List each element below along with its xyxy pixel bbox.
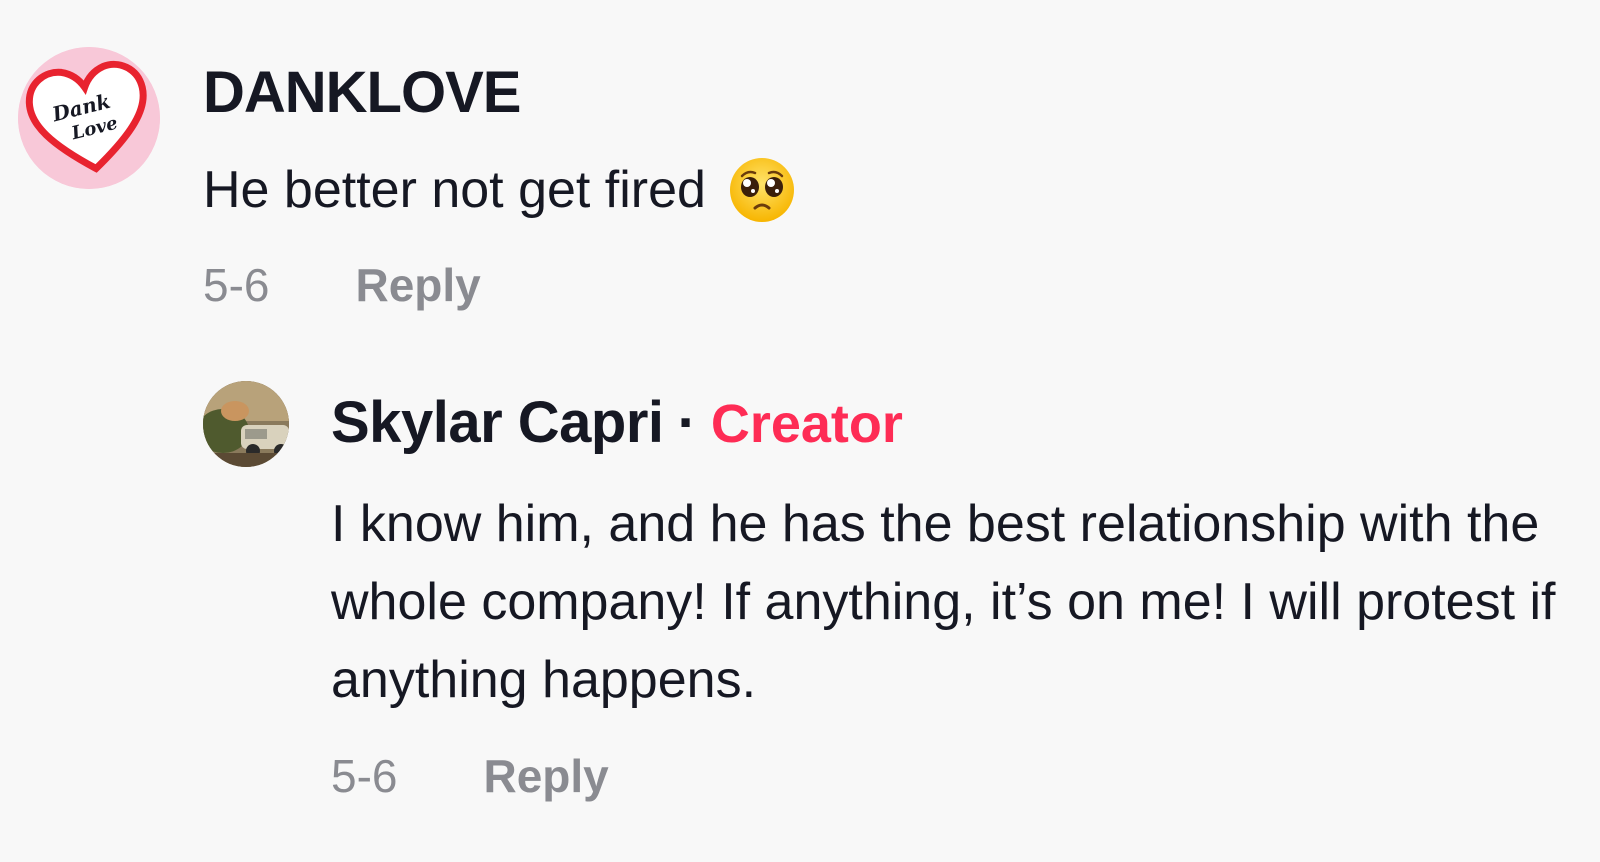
reply-date: 5-6 — [331, 750, 398, 802]
comment-text-body: He better not get fired — [203, 161, 706, 219]
user-photo-avatar — [203, 381, 289, 467]
dank-love-heart-icon: Dank Love — [18, 47, 160, 189]
comment-date: 5-6 — [203, 259, 270, 311]
creator-badge: Creator — [710, 394, 903, 454]
username[interactable]: DANKLOVE — [203, 58, 521, 128]
comment-text: He better not get fired — [203, 155, 796, 225]
reply-meta: 5-6 Reply — [331, 746, 609, 806]
reply-button[interactable]: Reply — [355, 255, 480, 315]
pleading-face-emoji-icon — [728, 156, 796, 224]
reply-header: Skylar Capri · Creator — [331, 388, 903, 459]
reply-text: I know him, and he has the best relation… — [331, 495, 1556, 709]
separator-dot: · — [677, 390, 697, 455]
username[interactable]: Skylar Capri — [331, 388, 664, 458]
reply-button[interactable]: Reply — [483, 746, 608, 806]
comment-meta: 5-6 Reply — [203, 255, 481, 315]
avatar[interactable]: Dank Love — [18, 47, 160, 189]
avatar[interactable] — [203, 381, 289, 467]
